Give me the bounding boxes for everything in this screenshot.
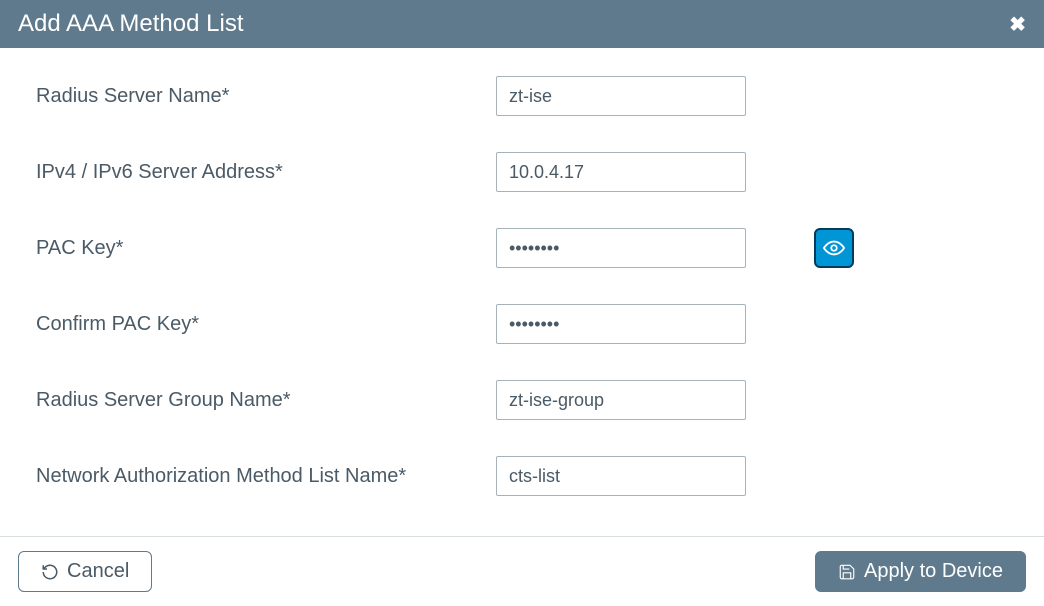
row-server-address: IPv4 / IPv6 Server Address*	[36, 152, 1008, 192]
row-group-name: Radius Server Group Name*	[36, 380, 1008, 420]
modal-title: Add AAA Method List	[18, 10, 243, 38]
form-body: Radius Server Name* IPv4 / IPv6 Server A…	[0, 48, 1044, 536]
apply-button[interactable]: Apply to Device	[815, 551, 1026, 592]
save-icon	[838, 563, 856, 581]
cancel-button[interactable]: Cancel	[18, 551, 152, 592]
eye-icon	[823, 237, 845, 259]
label-method-list-name: Network Authorization Method List Name*	[36, 465, 496, 488]
label-radius-server-name: Radius Server Name*	[36, 85, 496, 108]
reveal-password-button[interactable]	[814, 228, 854, 268]
input-group-name[interactable]	[496, 380, 746, 420]
modal-footer: Cancel Apply to Device	[0, 536, 1044, 606]
input-method-list-name[interactable]	[496, 456, 746, 496]
row-radius-server-name: Radius Server Name*	[36, 76, 1008, 116]
undo-icon	[41, 563, 59, 581]
input-radius-server-name[interactable]	[496, 76, 746, 116]
close-icon[interactable]: ✖	[1009, 12, 1026, 37]
apply-button-label: Apply to Device	[864, 560, 1003, 583]
cancel-button-label: Cancel	[67, 560, 129, 583]
row-confirm-pac-key: Confirm PAC Key*	[36, 304, 1008, 344]
input-server-address[interactable]	[496, 152, 746, 192]
label-confirm-pac-key: Confirm PAC Key*	[36, 313, 496, 336]
row-pac-key: PAC Key*	[36, 228, 1008, 268]
modal-header: Add AAA Method List ✖	[0, 0, 1044, 48]
label-group-name: Radius Server Group Name*	[36, 389, 496, 412]
label-pac-key: PAC Key*	[36, 237, 496, 260]
input-pac-key[interactable]	[496, 228, 746, 268]
input-confirm-pac-key[interactable]	[496, 304, 746, 344]
label-server-address: IPv4 / IPv6 Server Address*	[36, 161, 496, 184]
row-method-list-name: Network Authorization Method List Name*	[36, 456, 1008, 496]
